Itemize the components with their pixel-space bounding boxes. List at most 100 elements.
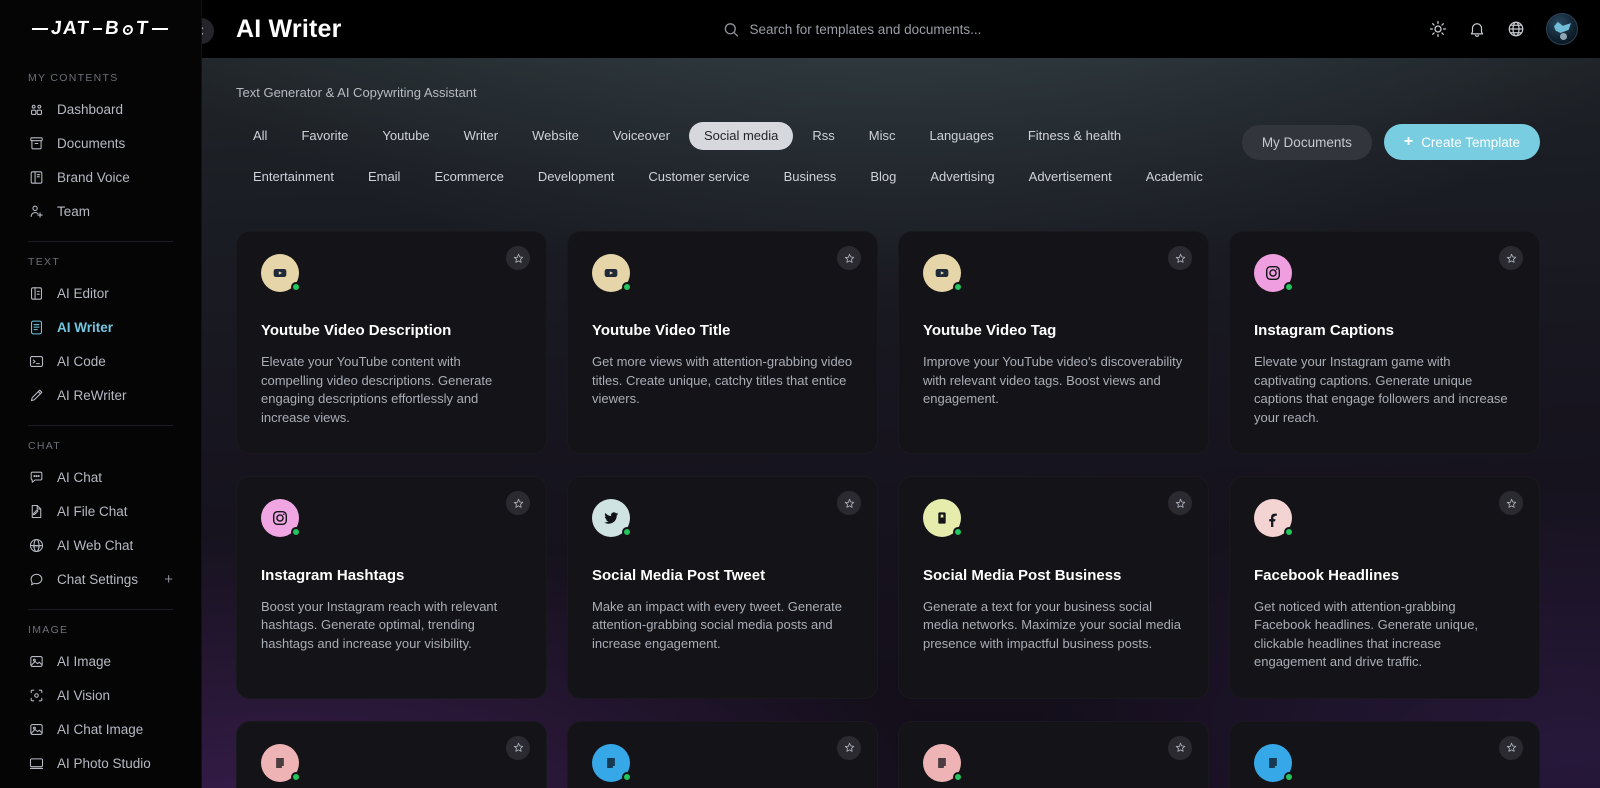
template-card[interactable]: Facebook Headlines Get noticed with atten… bbox=[1229, 476, 1540, 699]
template-card[interactable] bbox=[567, 720, 878, 788]
filter-chip-all[interactable]: All bbox=[238, 122, 282, 150]
filter-chip-writer[interactable]: Writer bbox=[449, 122, 513, 150]
template-card-description: Boost your Instagram reach with relevant… bbox=[261, 599, 498, 651]
favorite-star-icon[interactable] bbox=[1499, 246, 1523, 271]
filter-chip-rss[interactable]: Rss bbox=[797, 122, 849, 150]
search-box[interactable] bbox=[723, 21, 1080, 38]
logo-dash-right bbox=[152, 28, 169, 30]
template-card-description: Generate a text for your business social… bbox=[923, 599, 1181, 651]
favorite-star-icon[interactable] bbox=[1499, 735, 1523, 760]
sidebar-section-title-my-contents: MY CONTENTS bbox=[28, 72, 119, 84]
sun-icon[interactable] bbox=[1429, 20, 1447, 38]
sidebar-item-ai-writer[interactable]: AI Writer bbox=[16, 312, 185, 343]
sidebar-item-ai-chat-image[interactable]: AI Chat Image bbox=[16, 714, 185, 745]
sidebar-item-label: AI Image bbox=[57, 653, 112, 669]
template-card[interactable]: Social Media Post Tweet Make an impact wi… bbox=[567, 476, 878, 699]
add-chat-setting-button[interactable]: + bbox=[164, 572, 173, 587]
template-card-title: Social Media Post Tweet bbox=[592, 567, 766, 584]
filter-chip-email[interactable]: Email bbox=[353, 163, 416, 191]
sidebar-item-ai-image[interactable]: AI Image bbox=[16, 646, 185, 677]
template-card[interactable] bbox=[1229, 720, 1540, 788]
globe-icon[interactable] bbox=[1507, 20, 1525, 38]
status-online-dot bbox=[291, 282, 301, 293]
template-card[interactable] bbox=[898, 720, 1209, 788]
sidebar-item-ai-code[interactable]: AI Code bbox=[16, 346, 185, 377]
favorite-star-icon[interactable] bbox=[506, 735, 530, 760]
page-title: AI Writer bbox=[236, 14, 342, 43]
filter-chip-voiceover[interactable]: Voiceover bbox=[598, 122, 685, 150]
filter-chip-youtube[interactable]: Youtube bbox=[367, 122, 444, 150]
avatar[interactable] bbox=[1546, 13, 1578, 45]
bell-icon[interactable] bbox=[1468, 20, 1486, 38]
sidebar-item-dashboard[interactable]: Dashboard bbox=[16, 94, 185, 125]
sidebar-item-ai-rewriter[interactable]: AI ReWriter bbox=[16, 380, 185, 411]
favorite-star-icon[interactable] bbox=[1499, 491, 1523, 515]
filter-chip-social-media[interactable]: Social media bbox=[688, 122, 794, 150]
twitter-icon bbox=[592, 499, 632, 537]
sidebar-item-label: Documents bbox=[57, 135, 126, 151]
brand-logo-mark: JAT B T bbox=[31, 18, 170, 40]
filter-chip-favorite[interactable]: Favorite bbox=[286, 122, 363, 150]
logo-dot-separator bbox=[93, 28, 103, 30]
sidebar-item-chat-settings[interactable]: Chat Settings + bbox=[16, 564, 185, 595]
sidebar-item-brand-voice[interactable]: Brand Voice bbox=[16, 162, 185, 193]
favorite-star-icon[interactable] bbox=[837, 491, 861, 515]
filter-chip-customer-service[interactable]: Customer service bbox=[633, 163, 764, 191]
sidebar-item-ai-file-chat[interactable]: AI File Chat bbox=[16, 496, 185, 527]
chat-bubble-icon bbox=[28, 469, 45, 486]
favorite-star-icon[interactable] bbox=[506, 491, 530, 515]
create-template-label: Create Template bbox=[1421, 134, 1520, 150]
favorite-star-icon[interactable] bbox=[837, 246, 861, 271]
filter-chip-blog[interactable]: Blog bbox=[855, 163, 911, 191]
my-documents-button[interactable]: My Documents bbox=[1241, 124, 1372, 160]
filter-chip-business[interactable]: Business bbox=[769, 163, 852, 191]
filter-chip-advertising[interactable]: Advertising bbox=[915, 163, 1009, 191]
topbar: AI Writer bbox=[202, 0, 1600, 58]
sidebar-item-ai-photo-studio[interactable]: AI Photo Studio bbox=[16, 748, 185, 779]
filter-chip-ecommerce[interactable]: Ecommerce bbox=[419, 163, 518, 191]
favorite-star-icon[interactable] bbox=[1168, 735, 1192, 760]
filter-chip-website[interactable]: Website bbox=[517, 122, 594, 150]
template-card[interactable]: Youtube Video Tag Improve your YouTube vi… bbox=[898, 231, 1209, 454]
favorite-star-icon[interactable] bbox=[837, 735, 861, 760]
search-input[interactable] bbox=[749, 21, 1080, 37]
favorite-star-icon[interactable] bbox=[506, 246, 530, 271]
template-card[interactable]: Youtube Video Description Elevate your Yo… bbox=[236, 231, 547, 454]
template-card-title: Facebook Headlines bbox=[1254, 567, 1400, 584]
sidebar-item-documents[interactable]: Documents bbox=[16, 128, 185, 159]
editor-icon bbox=[28, 285, 45, 302]
main-area: AI Writer Search for templates and docum… bbox=[202, 0, 1600, 788]
filter-chip-academic[interactable]: Academic bbox=[1131, 163, 1218, 191]
sidebar-item-ai-editor[interactable]: AI Editor bbox=[16, 278, 185, 309]
filter-chip-entertainment[interactable]: Entertainment bbox=[238, 163, 349, 191]
template-card[interactable]: Instagram Hashtags Boost your Instagram r… bbox=[236, 476, 547, 699]
favorite-star-icon[interactable] bbox=[1168, 491, 1192, 515]
sidebar-item-team[interactable]: Team bbox=[16, 196, 185, 227]
status-online-dot bbox=[953, 282, 963, 293]
filter-chip-development[interactable]: Development bbox=[523, 163, 630, 191]
brand-logo[interactable]: JAT B T bbox=[0, 0, 201, 58]
favorite-star-icon[interactable] bbox=[1168, 246, 1192, 271]
status-online-dot bbox=[291, 527, 301, 537]
template-card-title: Instagram Captions bbox=[1254, 322, 1395, 340]
sidebar-item-label: AI Chat Image bbox=[57, 721, 144, 737]
sidebar-divider bbox=[28, 609, 173, 610]
template-card[interactable]: Social Media Post Business Generate a tex… bbox=[898, 476, 1209, 699]
create-template-button[interactable]: + Create Template bbox=[1383, 124, 1540, 160]
sidebar-item-label: AI Chat bbox=[57, 469, 103, 485]
search-icon bbox=[723, 21, 740, 38]
sidebar-collapse-button[interactable] bbox=[202, 18, 214, 44]
template-card[interactable] bbox=[236, 720, 547, 788]
filter-chip-misc[interactable]: Misc bbox=[854, 122, 911, 150]
sidebar-section-title-text: TEXT bbox=[28, 256, 61, 268]
template-card[interactable]: Youtube Video Title Get more views with a… bbox=[567, 231, 878, 454]
filter-chip-fitness-health[interactable]: Fitness & health bbox=[1013, 122, 1136, 150]
sidebar-nav: MY CONTENTS Dashboard Documents Brand Voice… bbox=[0, 72, 201, 788]
filter-chip-languages[interactable]: Languages bbox=[914, 122, 1008, 150]
sidebar-item-ai-chat[interactable]: AI Chat bbox=[16, 462, 185, 493]
sidebar-item-ai-vision[interactable]: AI Vision bbox=[16, 680, 185, 711]
sidebar-divider bbox=[28, 425, 173, 426]
sidebar-item-ai-web-chat[interactable]: www AI Web Chat bbox=[16, 530, 185, 561]
template-card[interactable]: Instagram Captions Elevate your Instagram… bbox=[1229, 231, 1540, 454]
filter-chip-advertisement[interactable]: Advertisement bbox=[1014, 163, 1127, 191]
